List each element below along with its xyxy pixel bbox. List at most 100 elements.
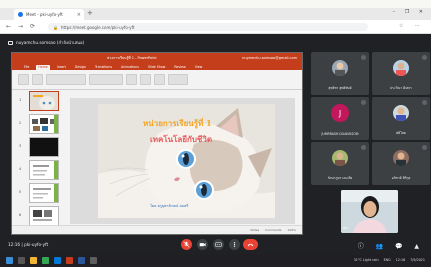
ribbon-shapes-icon[interactable]	[126, 74, 137, 85]
ribbon-quick-styles-icon[interactable]	[154, 74, 165, 85]
hang-up-icon	[247, 243, 254, 247]
participant-name: สุทธิชา สุทธิพันธ์	[328, 86, 352, 90]
ribbon-editing-group[interactable]	[168, 74, 188, 85]
edge-icon[interactable]	[54, 257, 61, 264]
participant-tile[interactable]: ศศิโสด	[372, 97, 430, 140]
mic-muted-icon	[422, 145, 427, 150]
cat-thumbnail-icon	[30, 92, 58, 110]
reload-icon[interactable]: ⟳	[30, 23, 35, 30]
thumbnail-row[interactable]: 3	[14, 137, 64, 159]
devices-thumbnail-icon	[30, 207, 58, 225]
camera-button[interactable]	[197, 239, 208, 250]
browser-tab[interactable]: Meet - pki-uyfo-yft ×	[14, 9, 84, 20]
slide-number: 5	[19, 190, 22, 194]
slide-thumbnail[interactable]	[29, 206, 59, 226]
new-tab-button[interactable]: +	[87, 9, 93, 17]
captions-icon	[215, 242, 222, 247]
lock-icon: 🔒	[53, 24, 58, 30]
weather-widget[interactable]: 31°C Light rain	[354, 258, 379, 262]
avatar: J	[331, 104, 349, 122]
taskbar-date[interactable]: 7/9/2021	[410, 258, 425, 262]
start-icon[interactable]	[6, 257, 13, 264]
settings-icon[interactable]	[90, 257, 97, 264]
forward-icon[interactable]: →	[18, 23, 23, 30]
slide-thumbnail[interactable]	[29, 160, 59, 180]
file-explorer-icon[interactable]	[30, 257, 37, 264]
slide-thumbnail[interactable]	[29, 137, 59, 157]
search-icon[interactable]	[18, 257, 25, 264]
participant-tile[interactable]: ประวีณา ดีเสถร	[372, 52, 430, 95]
participant-tile[interactable]: สุทธิชา สุทธิพันธ์	[311, 52, 369, 95]
thumbnail-row[interactable]: 1	[14, 91, 64, 113]
avatar	[332, 150, 348, 166]
ribbon-new-slide-icon[interactable]	[32, 74, 43, 85]
powerpoint-ribbon	[12, 70, 302, 90]
input-language[interactable]: ENG	[384, 258, 391, 262]
side-panel-controls[interactable]: ⓘ 👥 💬 ▲	[358, 241, 424, 250]
chrome-icon[interactable]	[42, 257, 49, 264]
comments-button[interactable]: Comments	[265, 228, 281, 232]
text-thumbnail-icon	[30, 161, 58, 179]
slide-thumbnail[interactable]	[29, 91, 59, 111]
participant-name: ประวีณา ดีเสถร	[390, 86, 412, 90]
zoom-level[interactable]: 100%	[287, 228, 296, 232]
slide-editor: หน่วยการเรียนรู้ที่ 1 เทคโนโลยีกับชีวิต …	[70, 98, 295, 224]
microphone-button[interactable]	[181, 239, 192, 250]
taskbar-time[interactable]: 12:16	[396, 258, 406, 262]
participant-name: อภิชาติ ศิริกุล	[391, 176, 411, 180]
captions-button[interactable]	[213, 239, 224, 250]
tab-close-icon[interactable]: ×	[77, 12, 81, 18]
slide-number: 2	[19, 121, 22, 125]
presenter-label: nuyamchu.somsao (กำลังนำเสนอ)	[8, 39, 84, 46]
windows-taskbar: 31°C Light rain ENG 12:16 7/9/2021	[0, 254, 431, 267]
ribbon-font-group[interactable]	[46, 74, 86, 85]
mic-muted-icon	[361, 145, 366, 150]
presenter-name: nuyamchu.somsao (กำลังนำเสนอ)	[16, 40, 85, 45]
camera-icon	[199, 243, 206, 247]
current-slide[interactable]: หน่วยการเรียนรู้ที่ 1 เทคโนโลยีกับชีวิต …	[98, 104, 275, 218]
slide-subtitle: เทคโนโลยีกับชีวิต	[150, 134, 213, 144]
avatar	[393, 60, 409, 76]
slide-number: 6	[19, 213, 22, 217]
powerpoint-file-title: ห่วงการเรียนรู้ที่ 1 - PowerPoint	[107, 55, 157, 60]
avatar	[393, 150, 409, 166]
back-icon[interactable]: ←	[6, 23, 11, 30]
thumbnail-row[interactable]: 2	[14, 114, 64, 136]
thumbnail-row[interactable]: 5	[14, 183, 64, 205]
system-tray: 31°C Light rain ENG 12:16 7/9/2021	[354, 258, 425, 262]
ribbon-arrange-icon[interactable]	[140, 74, 151, 85]
slide-thumbnail[interactable]	[29, 114, 59, 134]
notes-button[interactable]: Notes	[250, 228, 259, 232]
meet-window: nuyamchu.somsao (กำลังนำเสนอ) ห่วงการเรี…	[0, 34, 431, 244]
more-vert-icon	[233, 242, 236, 247]
slide-number: 1	[19, 98, 22, 102]
meeting-clock-and-code: 12:16 | pki-uyfo-yft	[8, 242, 49, 247]
more-options-button[interactable]	[229, 239, 240, 250]
slide-number: 3	[19, 144, 22, 148]
thumbnail-row[interactable]: 4	[14, 160, 64, 182]
self-view-tile[interactable]: คุณ	[341, 190, 398, 233]
browser-tools[interactable]: ☆ ⋯	[399, 23, 425, 29]
meet-controls-bar: 12:16 | pki-uyfo-yft ⓘ 👥 💬 ▲	[0, 235, 431, 254]
participant-tile[interactable]: อภิชาติ ศิริกุล	[372, 142, 430, 185]
slide-number: 4	[19, 167, 22, 171]
powerpoint-user: nuyamchu.somsao@gmail.com	[242, 55, 297, 60]
avatar	[393, 105, 409, 121]
window-controls[interactable]: – ❐ ✕	[393, 9, 427, 15]
participant-tile[interactable]: J JUMRRASH DUANGSOM	[311, 97, 369, 140]
slide-thumbnail[interactable]	[29, 183, 59, 203]
text-thumbnail-icon	[30, 184, 58, 202]
participant-tile[interactable]: รัตนาภูมร เตะเตีย	[311, 142, 369, 185]
ribbon-paragraph-group[interactable]	[89, 74, 123, 85]
powerpoint-icon[interactable]	[66, 257, 73, 264]
meeting-code: pki-uyfo-yft	[24, 242, 49, 247]
devices-thumbnail-icon	[30, 115, 58, 133]
word-icon[interactable]	[78, 257, 85, 264]
url-text[interactable]: https://meet.google.com/pki-uyfo-yft	[61, 25, 135, 30]
mic-off-icon	[183, 241, 190, 248]
ribbon-paste-icon[interactable]	[18, 74, 29, 85]
leave-call-button[interactable]	[243, 239, 258, 250]
participant-name: ศศิโสด	[396, 131, 406, 135]
meet-favicon-icon	[18, 12, 23, 17]
address-bar[interactable]: 🔒 https://meet.google.com/pki-uyfo-yft	[48, 23, 368, 31]
